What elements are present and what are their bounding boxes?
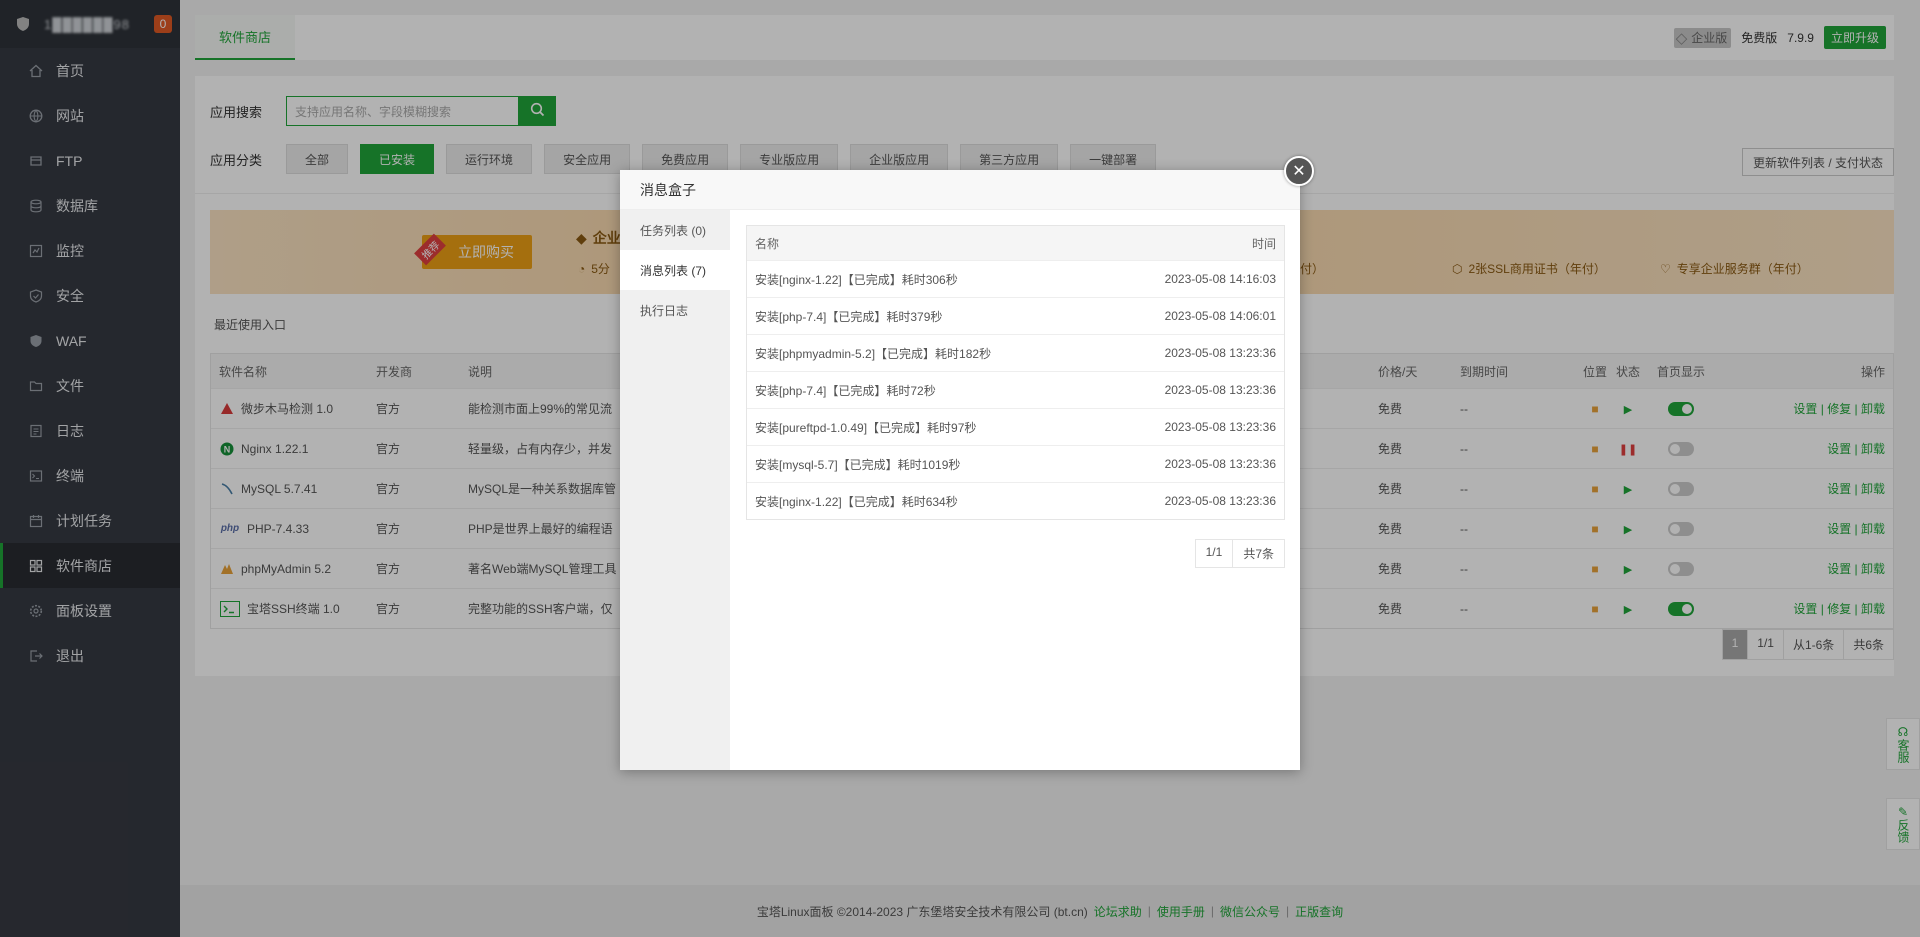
message-page-current[interactable]: 1/1 xyxy=(1196,540,1233,567)
tab-message-list[interactable]: 消息列表 (7) xyxy=(620,250,730,290)
table-row: 安装[pureftpd-1.0.49]【已完成】耗时97秒 2023-05-08 … xyxy=(747,408,1284,445)
message-page-count: 共7条 xyxy=(1232,540,1284,567)
message-list-panel: 名称 时间 安装[nginx-1.22]【已完成】耗时306秒 2023-05-0… xyxy=(746,225,1285,568)
col-msg-name: 名称 xyxy=(755,236,780,251)
table-row: 安装[php-7.4]【已完成】耗时379秒 2023-05-08 14:06:0… xyxy=(747,297,1284,334)
message-table-header: 名称 时间 xyxy=(747,226,1284,260)
message-time: 2023-05-08 13:23:36 xyxy=(1164,494,1276,508)
table-row: 安装[phpmyadmin-5.2]【已完成】耗时182秒 2023-05-08 … xyxy=(747,334,1284,371)
dialog-tabs: 任务列表 (0) 消息列表 (7) 执行日志 xyxy=(620,210,730,770)
close-button[interactable]: ✕ xyxy=(1284,156,1314,186)
message-time: 2023-05-08 14:06:01 xyxy=(1164,309,1276,323)
message-time: 2023-05-08 14:16:03 xyxy=(1164,272,1276,286)
message-name: 安装[php-7.4]【已完成】耗时379秒 xyxy=(755,309,943,324)
message-pagination: 1/1 共7条 xyxy=(1194,539,1285,568)
tab-exec-log[interactable]: 执行日志 xyxy=(620,290,730,330)
table-row: 安装[nginx-1.22]【已完成】耗时634秒 2023-05-08 13:2… xyxy=(747,482,1284,519)
dialog-title: 消息盒子 xyxy=(620,170,1300,210)
message-time: 2023-05-08 13:23:36 xyxy=(1164,457,1276,471)
message-name: 安装[nginx-1.22]【已完成】耗时306秒 xyxy=(755,272,958,287)
close-icon: ✕ xyxy=(1292,163,1306,180)
message-name: 安装[php-7.4]【已完成】耗时72秒 xyxy=(755,383,936,398)
message-name: 安装[pureftpd-1.0.49]【已完成】耗时97秒 xyxy=(755,420,977,435)
table-row: 安装[nginx-1.22]【已完成】耗时306秒 2023-05-08 14:1… xyxy=(747,260,1284,297)
tab-task-list[interactable]: 任务列表 (0) xyxy=(620,210,730,250)
message-name: 安装[phpmyadmin-5.2]【已完成】耗时182秒 xyxy=(755,346,992,361)
message-table: 名称 时间 安装[nginx-1.22]【已完成】耗时306秒 2023-05-0… xyxy=(746,225,1285,520)
message-name: 安装[nginx-1.22]【已完成】耗时634秒 xyxy=(755,494,958,509)
col-msg-time: 时间 xyxy=(1251,236,1276,251)
message-name: 安装[mysql-5.7]【已完成】耗时1019秒 xyxy=(755,457,961,472)
table-row: 安装[mysql-5.7]【已完成】耗时1019秒 2023-05-08 13:2… xyxy=(747,445,1284,482)
message-time: 2023-05-08 13:23:36 xyxy=(1164,420,1276,434)
message-time: 2023-05-08 13:23:36 xyxy=(1164,383,1276,397)
message-time: 2023-05-08 13:23:36 xyxy=(1164,346,1276,360)
message-box-dialog: 消息盒子 ✕ 任务列表 (0) 消息列表 (7) 执行日志 名称 时间 安装[n… xyxy=(620,156,1314,770)
table-row: 安装[php-7.4]【已完成】耗时72秒 2023-05-08 13:23:36 xyxy=(747,371,1284,408)
